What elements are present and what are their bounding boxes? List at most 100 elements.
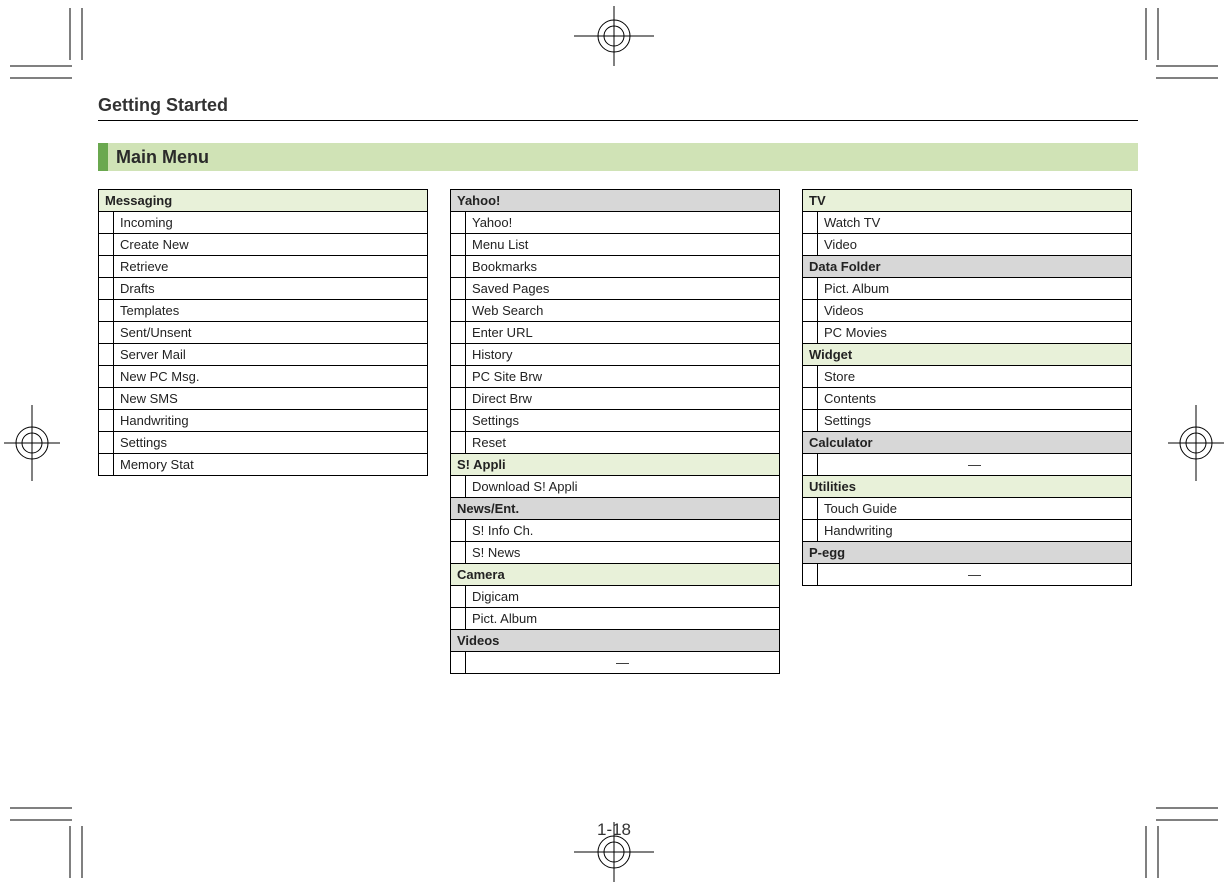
menu-column: Yahoo!Yahoo!Menu ListBookmarksSaved Page… bbox=[450, 189, 780, 674]
menu-section-header: S! Appli bbox=[451, 454, 780, 476]
menu-section-header: Calculator bbox=[803, 432, 1132, 454]
menu-section-header: P-egg bbox=[803, 542, 1132, 564]
menu-item: PC Site Brw bbox=[466, 366, 780, 388]
menu-section-header: Data Folder bbox=[803, 256, 1132, 278]
menu-item: Settings bbox=[818, 410, 1132, 432]
indent-cell bbox=[99, 212, 114, 234]
indent-cell bbox=[451, 278, 466, 300]
menu-item: Menu List bbox=[466, 234, 780, 256]
menu-table: MessagingIncomingCreate NewRetrieveDraft… bbox=[98, 189, 428, 476]
chapter-title: Getting Started bbox=[98, 95, 1138, 116]
page-content: Getting Started Main Menu MessagingIncom… bbox=[98, 95, 1138, 674]
indent-cell bbox=[451, 234, 466, 256]
menu-item: New SMS bbox=[114, 388, 428, 410]
menu-item: Download S! Appli bbox=[466, 476, 780, 498]
indent-cell bbox=[451, 586, 466, 608]
menu-item: Bookmarks bbox=[466, 256, 780, 278]
indent-cell bbox=[451, 542, 466, 564]
menu-item: — bbox=[466, 652, 780, 674]
indent-cell bbox=[451, 652, 466, 674]
indent-cell bbox=[803, 410, 818, 432]
indent-cell bbox=[451, 300, 466, 322]
menu-item: Saved Pages bbox=[466, 278, 780, 300]
menu-item: Touch Guide bbox=[818, 498, 1132, 520]
menu-columns: MessagingIncomingCreate NewRetrieveDraft… bbox=[98, 189, 1138, 674]
indent-cell bbox=[99, 234, 114, 256]
indent-cell bbox=[803, 454, 818, 476]
indent-cell bbox=[451, 322, 466, 344]
menu-item: Yahoo! bbox=[466, 212, 780, 234]
menu-item: Pict. Album bbox=[466, 608, 780, 630]
indent-cell bbox=[99, 454, 114, 476]
indent-cell bbox=[803, 234, 818, 256]
menu-item: Video bbox=[818, 234, 1132, 256]
menu-item: Watch TV bbox=[818, 212, 1132, 234]
indent-cell bbox=[451, 344, 466, 366]
section-band: Main Menu bbox=[98, 143, 1138, 171]
menu-item: Store bbox=[818, 366, 1132, 388]
indent-cell bbox=[451, 212, 466, 234]
menu-section-header: TV bbox=[803, 190, 1132, 212]
indent-cell bbox=[99, 432, 114, 454]
menu-item: Settings bbox=[466, 410, 780, 432]
menu-item: S! News bbox=[466, 542, 780, 564]
menu-section-header: Camera bbox=[451, 564, 780, 586]
menu-table: Yahoo!Yahoo!Menu ListBookmarksSaved Page… bbox=[450, 189, 780, 674]
chapter-rule bbox=[98, 120, 1138, 121]
indent-cell bbox=[803, 366, 818, 388]
menu-item: Web Search bbox=[466, 300, 780, 322]
indent-cell bbox=[99, 366, 114, 388]
menu-item: Server Mail bbox=[114, 344, 428, 366]
menu-item: Digicam bbox=[466, 586, 780, 608]
menu-item: New PC Msg. bbox=[114, 366, 428, 388]
indent-cell bbox=[451, 432, 466, 454]
menu-item: Handwriting bbox=[818, 520, 1132, 542]
indent-cell bbox=[99, 388, 114, 410]
indent-cell bbox=[803, 520, 818, 542]
indent-cell bbox=[451, 366, 466, 388]
indent-cell bbox=[803, 278, 818, 300]
menu-item: Pict. Album bbox=[818, 278, 1132, 300]
menu-item: Enter URL bbox=[466, 322, 780, 344]
menu-item: Retrieve bbox=[114, 256, 428, 278]
menu-item: Direct Brw bbox=[466, 388, 780, 410]
indent-cell bbox=[99, 322, 114, 344]
menu-item: Settings bbox=[114, 432, 428, 454]
indent-cell bbox=[451, 476, 466, 498]
menu-section-header: Utilities bbox=[803, 476, 1132, 498]
menu-item: Sent/Unsent bbox=[114, 322, 428, 344]
menu-section-header: News/Ent. bbox=[451, 498, 780, 520]
menu-item: Drafts bbox=[114, 278, 428, 300]
menu-item: PC Movies bbox=[818, 322, 1132, 344]
indent-cell bbox=[803, 322, 818, 344]
menu-section-header: Videos bbox=[451, 630, 780, 652]
menu-column: TVWatch TVVideoData FolderPict. AlbumVid… bbox=[802, 189, 1132, 674]
page-number: 1-18 bbox=[0, 820, 1228, 840]
indent-cell bbox=[803, 564, 818, 586]
menu-section-header: Messaging bbox=[99, 190, 428, 212]
menu-item: S! Info Ch. bbox=[466, 520, 780, 542]
menu-item: Incoming bbox=[114, 212, 428, 234]
menu-item: Contents bbox=[818, 388, 1132, 410]
menu-item: Templates bbox=[114, 300, 428, 322]
indent-cell bbox=[451, 388, 466, 410]
menu-item: Reset bbox=[466, 432, 780, 454]
indent-cell bbox=[451, 520, 466, 542]
menu-item: Create New bbox=[114, 234, 428, 256]
menu-item: Videos bbox=[818, 300, 1132, 322]
menu-table: TVWatch TVVideoData FolderPict. AlbumVid… bbox=[802, 189, 1132, 586]
indent-cell bbox=[99, 344, 114, 366]
menu-section-header: Widget bbox=[803, 344, 1132, 366]
indent-cell bbox=[803, 498, 818, 520]
indent-cell bbox=[803, 388, 818, 410]
menu-item: — bbox=[818, 564, 1132, 586]
indent-cell bbox=[99, 278, 114, 300]
section-title: Main Menu bbox=[116, 147, 209, 168]
indent-cell bbox=[99, 410, 114, 432]
menu-item: History bbox=[466, 344, 780, 366]
menu-column: MessagingIncomingCreate NewRetrieveDraft… bbox=[98, 189, 428, 674]
indent-cell bbox=[99, 256, 114, 278]
indent-cell bbox=[803, 212, 818, 234]
menu-item: Handwriting bbox=[114, 410, 428, 432]
indent-cell bbox=[803, 300, 818, 322]
